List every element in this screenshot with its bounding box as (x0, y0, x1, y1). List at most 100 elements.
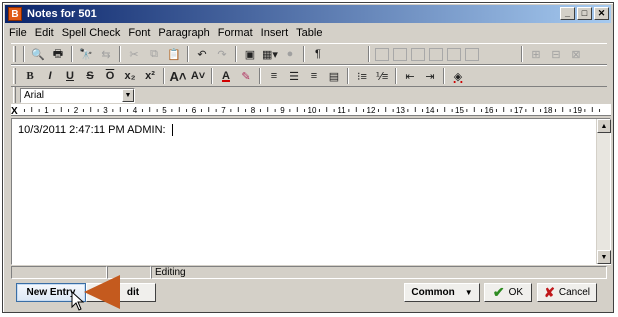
toolbar-grip[interactable] (13, 68, 16, 84)
cut-icon[interactable]: ✂ (124, 45, 144, 63)
notes-editor[interactable]: 10/3/2011 2:47:11 PM ADMIN: ▲ ▼ (11, 118, 611, 265)
close-icon: ✕ (597, 8, 606, 18)
hyperlink-icon[interactable]: ● (280, 45, 300, 63)
toolbar-separator (163, 68, 165, 84)
copy-icon[interactable]: ⧉ (144, 45, 164, 63)
numbered-list-icon[interactable]: ⅟≡ (372, 67, 392, 85)
insert-image-icon[interactable]: ▣ (240, 45, 260, 63)
align-left-icon[interactable]: ≡ (264, 67, 284, 85)
chevron-down-icon[interactable]: ▼ (122, 88, 134, 102)
ruler-number: 11 (337, 106, 346, 115)
replace-icon[interactable]: ⇆ (96, 45, 116, 63)
font-color-icon[interactable]: A (216, 67, 236, 85)
toolbar-separator (443, 68, 445, 84)
show-formatting-icon[interactable]: ¶ (308, 45, 328, 63)
font-name-select[interactable]: Arial ▼ (20, 87, 135, 103)
align-right-icon[interactable]: ≡ (304, 67, 324, 85)
ok-button[interactable]: ✔ OK (484, 283, 532, 302)
justify-icon[interactable]: ▤ (324, 67, 344, 85)
insert-row-icon[interactable]: ⊞ (526, 45, 546, 63)
print-icon[interactable]: 🖶 (48, 45, 68, 63)
window-title: Notes for 501 (27, 8, 97, 20)
highlight-icon[interactable]: ✎ (236, 67, 256, 85)
toolbar-separator (303, 46, 305, 62)
menu-edit[interactable]: Edit (31, 27, 58, 39)
editor-content[interactable]: 10/3/2011 2:47:11 PM ADMIN: (18, 124, 173, 137)
subscript-icon[interactable]: x₂ (120, 67, 140, 85)
strikethrough-icon[interactable]: S (80, 67, 100, 85)
background-color-icon[interactable]: ◈ (448, 67, 468, 85)
ruler-number: 7 (221, 106, 226, 115)
align-center-icon[interactable]: ☰ (284, 67, 304, 85)
cancel-button[interactable]: ✘ Cancel (537, 283, 597, 302)
scroll-down-icon: ▼ (600, 253, 608, 261)
table-tool-icon[interactable] (375, 47, 389, 61)
menu-spell-check[interactable]: Spell Check (58, 27, 125, 39)
paste-icon[interactable]: 📋 (164, 45, 184, 63)
table-tool-icon[interactable] (393, 47, 407, 61)
minimize-icon: _ (564, 8, 570, 18)
cancel-label: Cancel (558, 287, 591, 298)
toolbar-separator (521, 46, 523, 62)
menu-format[interactable]: Format (214, 27, 257, 39)
chevron-down-icon: ▼ (464, 288, 473, 297)
close-button[interactable]: ✕ (594, 7, 609, 20)
print-preview-icon[interactable]: 🔍 (28, 45, 48, 63)
merge-cells-icon[interactable]: ⊠ (566, 45, 586, 63)
ruler-number: 1 (44, 106, 49, 115)
menu-insert[interactable]: Insert (257, 27, 293, 39)
toolbar-grip[interactable] (13, 87, 16, 103)
overline-icon[interactable]: O (100, 67, 120, 85)
shrink-font-icon[interactable]: A˅ (188, 67, 208, 85)
italic-icon[interactable]: I (40, 67, 60, 85)
table-tool-icon[interactable] (465, 47, 479, 61)
table-tool-icon[interactable] (447, 47, 461, 61)
title-bar[interactable]: B Notes for 501 _ □ ✕ (5, 5, 611, 23)
table-tool-icon[interactable] (411, 47, 425, 61)
scroll-down-button[interactable]: ▼ (597, 250, 611, 264)
ruler[interactable]: X 1 2 3 4 5 6 7 8 9 10 11 12 13 14 15 16 17 18 19 (11, 104, 611, 116)
maximize-button[interactable]: □ (577, 7, 592, 20)
scroll-up-button[interactable]: ▲ (597, 119, 611, 133)
decrease-indent-icon[interactable]: ⇤ (400, 67, 420, 85)
common-label: Common (411, 287, 455, 298)
menu-paragraph[interactable]: Paragraph (154, 27, 213, 39)
bold-icon[interactable]: B (20, 67, 40, 85)
common-button[interactable]: Common ▼ (404, 283, 480, 302)
underline-icon[interactable]: U (60, 67, 80, 85)
menu-font[interactable]: Font (124, 27, 154, 39)
toolbar-separator (71, 46, 73, 62)
increase-indent-icon[interactable]: ⇥ (420, 67, 440, 85)
menu-file[interactable]: File (5, 27, 31, 39)
new-entry-label: New Entry (26, 287, 76, 298)
formatting-toolbar: B I U S O x₂ x² A˄ A˅ A ✎ ≡ ☰ ≡ ▤ ⁝≡ ⅟≡ … (11, 65, 607, 87)
insert-table-icon[interactable]: ▦▾ (260, 45, 280, 63)
bullet-list-icon[interactable]: ⁝≡ (352, 67, 372, 85)
table-tool-icon[interactable] (429, 47, 443, 61)
minimize-button[interactable]: _ (560, 7, 575, 20)
toolbar-separator (368, 46, 370, 62)
undo-icon[interactable]: ↶ (192, 45, 212, 63)
toolbar-separator (23, 46, 25, 62)
insert-column-icon[interactable]: ⊟ (546, 45, 566, 63)
toolbar-grip[interactable] (13, 46, 16, 62)
standard-toolbar: 🔍 🖶 🔭 ⇆ ✂ ⧉ 📋 ↶ ↷ ▣ ▦▾ ● ¶ ⊞ ⊟ ⊠ (11, 43, 607, 65)
menu-bar: File Edit Spell Check Font Paragraph For… (5, 24, 611, 41)
ruler-left-marker-icon[interactable]: X (11, 106, 18, 115)
find-icon[interactable]: 🔭 (76, 45, 96, 63)
ruler-number: 9 (280, 106, 285, 115)
superscript-icon[interactable]: x² (140, 67, 160, 85)
ruler-number: 15 (455, 106, 464, 115)
ruler-number: 8 (251, 106, 256, 115)
ruler-number: 16 (485, 106, 494, 115)
vertical-scrollbar[interactable]: ▲ ▼ (596, 119, 611, 264)
redo-icon[interactable]: ↷ (212, 45, 232, 63)
toolbar-separator (211, 68, 213, 84)
menu-table[interactable]: Table (292, 27, 326, 39)
font-name-value: Arial (24, 89, 45, 101)
text-caret (171, 124, 173, 137)
cancel-x-icon: ✘ (543, 284, 555, 300)
font-row: Arial ▼ (11, 87, 135, 103)
grow-font-icon[interactable]: A˄ (168, 67, 188, 85)
ruler-number: 4 (133, 106, 138, 115)
